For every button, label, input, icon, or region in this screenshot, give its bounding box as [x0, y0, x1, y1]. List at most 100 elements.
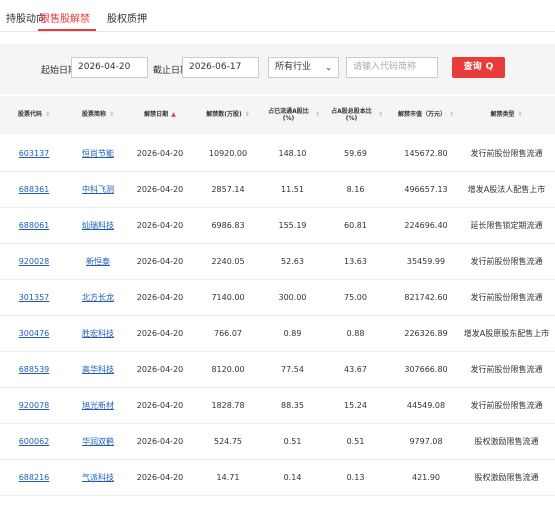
unlock-qty: 10920.00	[208, 148, 248, 158]
pct-total: 43.67	[344, 364, 367, 374]
search-input[interactable]: 请输入代码简称	[346, 57, 438, 78]
unlock-value: 224696.40	[404, 220, 448, 230]
column-label: 股票代码	[17, 111, 42, 119]
stock-name-link[interactable]: 华润双鹤	[82, 436, 114, 447]
stock-name-link[interactable]: 灿瑞科技	[82, 220, 114, 231]
unlock-value: 226326.89	[404, 328, 448, 338]
tab-bar: 持股动向 限售股解禁 股权质押	[0, 0, 555, 32]
unlock-date: 2026-04-20	[136, 400, 184, 410]
stock-name-link[interactable]: 中科飞测	[82, 184, 114, 195]
unlock-date: 2026-04-20	[136, 436, 184, 446]
column-header-unlock-qty[interactable]: 解禁数(万股) ⇕	[198, 96, 258, 134]
pct-float: 0.14	[283, 472, 302, 482]
unlock-type: 增发A股原股东配售上市	[463, 328, 550, 338]
table-row: 688061 灿瑞科技 2026-04-20 6986.83 155.19 60…	[0, 207, 555, 244]
table-row: 920078 旭光新材 2026-04-20 1828.78 88.35 15.…	[0, 387, 555, 424]
stock-name-link[interactable]: 北方长龙	[82, 292, 114, 303]
unlock-qty: 2240.05	[211, 256, 245, 266]
unlock-value: 145672.80	[404, 148, 448, 158]
table-row: 920028 新恒泰 2026-04-20 2240.05 52.63 13.6…	[0, 243, 555, 280]
column-header-unlock-value[interactable]: 解禁市值（万元） ⇕	[392, 96, 460, 134]
unlock-type: 发行前股份限售流通	[470, 148, 543, 158]
column-label: 占A股总股本比(%)	[331, 107, 372, 123]
unlock-type: 股权激励限售流通	[474, 472, 539, 482]
column-header-code[interactable]: 股票代码 ⇕	[10, 96, 58, 134]
stock-name-link[interactable]: 高华科技	[82, 364, 114, 375]
unlock-qty: 766.07	[214, 328, 242, 338]
stock-code-link[interactable]: 688061	[19, 221, 50, 230]
unlock-date: 2026-04-20	[136, 472, 184, 482]
stock-code-link[interactable]: 920078	[19, 401, 50, 410]
stock-code-link[interactable]: 300476	[19, 329, 50, 338]
unlock-date: 2026-04-20	[136, 184, 184, 194]
sort-arrows-icon: ⇕	[314, 111, 320, 119]
unlock-value: 9797.08	[409, 436, 443, 446]
stock-name-link[interactable]: 新恒泰	[86, 256, 110, 267]
unlock-date: 2026-04-20	[136, 364, 184, 374]
table-row: 301357 北方长龙 2026-04-20 7140.00 300.00 75…	[0, 279, 555, 316]
pct-float: 0.89	[283, 328, 302, 338]
stock-name-link[interactable]: 恒尚节能	[82, 148, 114, 159]
stock-code-link[interactable]: 688216	[19, 473, 50, 482]
unlock-qty: 2857.14	[211, 184, 245, 194]
column-label: 解禁市值（万元）	[397, 111, 446, 119]
column-header-pct-total[interactable]: 占A股总股本比(%) ⇕	[328, 96, 383, 134]
unlock-date: 2026-04-20	[136, 256, 184, 266]
sort-arrows-icon: ⇕	[44, 111, 51, 119]
unlock-date: 2026-04-20	[136, 220, 184, 230]
column-header-unlock-date[interactable]: 解禁日期 ▲	[130, 96, 190, 134]
query-button[interactable]: 查询 Q	[452, 57, 505, 78]
pct-total: 59.69	[344, 148, 367, 158]
unlock-value: 44549.08	[406, 400, 446, 410]
sort-arrows-icon: ⇕	[448, 111, 455, 119]
column-header-unlock-type[interactable]: 解禁类型 ⇕	[458, 96, 555, 134]
pct-float: 148.10	[278, 148, 307, 158]
stock-code-link[interactable]: 301357	[19, 293, 50, 302]
unlock-qty: 1828.78	[211, 400, 245, 410]
unlock-date: 2026-04-20	[136, 328, 184, 338]
column-label: 占已流通A股比(%)	[268, 107, 309, 123]
pct-total: 0.13	[346, 472, 365, 482]
stock-code-link[interactable]: 688539	[19, 365, 50, 374]
pct-float: 52.63	[281, 256, 304, 266]
column-label: 解禁类型	[490, 111, 515, 119]
tab-equity-pledge[interactable]: 股权质押	[107, 10, 147, 25]
column-label: 解禁日期	[144, 111, 169, 119]
pct-total: 0.88	[346, 328, 365, 338]
tab-restricted-unlock[interactable]: 限售股解禁	[40, 10, 90, 25]
sort-arrows-icon: ⇕	[244, 111, 250, 119]
table-row: 688539 高华科技 2026-04-20 8120.00 77.54 43.…	[0, 351, 555, 388]
unlock-type: 发行前股份限售流通	[470, 400, 543, 410]
pct-total: 75.00	[344, 292, 367, 302]
unlock-date: 2026-04-20	[136, 292, 184, 302]
unlock-qty: 6986.83	[211, 220, 245, 230]
pct-float: 0.51	[283, 436, 302, 446]
unlock-type: 增发A股法人配售上市	[467, 184, 546, 194]
table-row: 300476 胜宏科技 2026-04-20 766.07 0.89 0.88 …	[0, 315, 555, 352]
stock-code-link[interactable]: 920028	[19, 257, 50, 266]
sort-asc-icon: ▲	[171, 111, 176, 119]
start-date-input[interactable]: 2026-04-20	[71, 57, 148, 78]
pct-float: 88.35	[281, 400, 304, 410]
pct-float: 155.19	[278, 220, 307, 230]
unlock-qty: 524.75	[214, 436, 242, 446]
stock-name-link[interactable]: 气派科技	[82, 472, 114, 483]
industry-select-value: 所有行业	[275, 62, 312, 72]
stock-code-link[interactable]: 688361	[19, 185, 50, 194]
unlock-value: 821742.60	[404, 292, 448, 302]
table-row: 688216 气派科技 2026-04-20 14.71 0.14 0.13 4…	[0, 459, 555, 496]
stock-name-link[interactable]: 旭光新材	[82, 400, 114, 411]
chevron-down-icon: ⌄	[325, 63, 332, 72]
stock-code-link[interactable]: 603137	[19, 149, 50, 158]
pct-float: 77.54	[281, 364, 304, 374]
column-header-name[interactable]: 股票简称 ⇕	[68, 96, 128, 134]
table-row: 603137 恒尚节能 2026-04-20 10920.00 148.10 5…	[0, 135, 555, 172]
unlock-value: 496657.13	[404, 184, 448, 194]
industry-select[interactable]: 所有行业 ⌄	[268, 57, 339, 78]
end-date-input[interactable]: 2026-06-17	[182, 57, 259, 78]
stock-name-link[interactable]: 胜宏科技	[82, 328, 114, 339]
unlock-value: 35459.99	[406, 256, 446, 266]
query-button-label: 查询	[463, 62, 482, 72]
column-header-pct-float[interactable]: 占已流通A股比(%) ⇕	[265, 96, 320, 134]
stock-code-link[interactable]: 600062	[19, 437, 50, 446]
